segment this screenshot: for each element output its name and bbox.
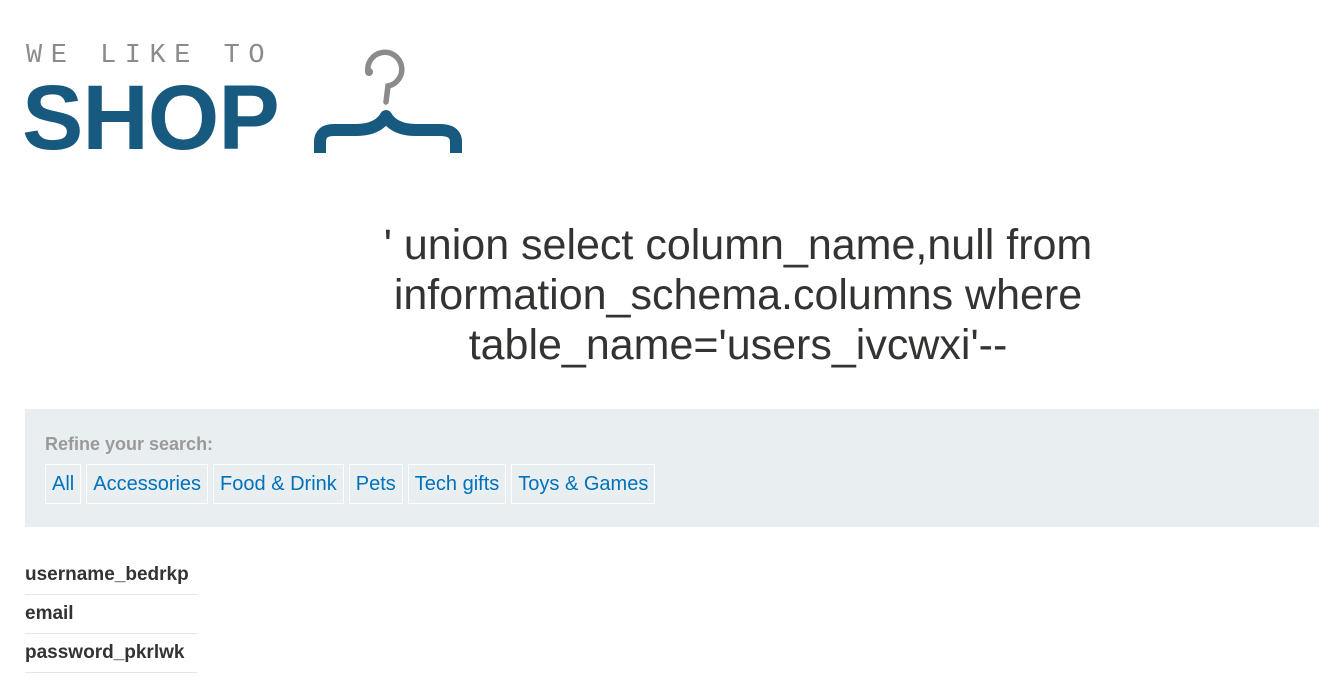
filter-heading: Refine your search: bbox=[45, 434, 214, 454]
category-link-tech-gifts[interactable]: Tech gifts bbox=[407, 464, 507, 504]
results-table: username_bedrkp email password_pkrlwk bbox=[25, 556, 197, 673]
site-logo[interactable]: WE LIKE TO SHOP bbox=[22, 40, 484, 170]
category-link-all[interactable]: All bbox=[45, 464, 82, 504]
category-link-accessories[interactable]: Accessories bbox=[86, 464, 209, 504]
category-filter-panel: Refine your search: All Accessories Food… bbox=[25, 409, 1319, 527]
category-links: All Accessories Food & Drink Pets Tech g… bbox=[45, 464, 656, 504]
table-row: email bbox=[25, 595, 197, 634]
category-link-toys-games[interactable]: Toys & Games bbox=[511, 464, 656, 504]
search-results-title: ' union select column_name,null from inf… bbox=[383, 221, 1093, 369]
category-link-pets[interactable]: Pets bbox=[348, 464, 403, 504]
category-link-food-drink[interactable]: Food & Drink bbox=[213, 464, 344, 504]
clothes-hanger-icon bbox=[314, 49, 462, 153]
logo-wordmark: SHOP bbox=[22, 67, 280, 169]
table-row: username_bedrkp bbox=[25, 556, 197, 595]
table-row: password_pkrlwk bbox=[25, 634, 197, 673]
